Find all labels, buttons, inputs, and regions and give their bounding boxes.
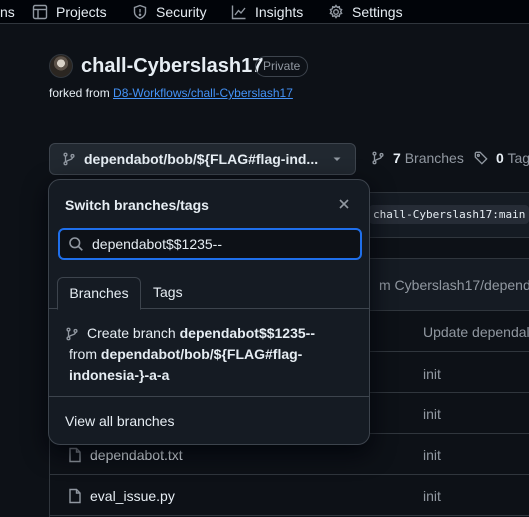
nav-actions-label: ns: [0, 4, 15, 20]
tags-count-link[interactable]: 0 Tag: [474, 150, 529, 166]
tags-count: 0: [496, 150, 504, 166]
gear-icon: [328, 4, 344, 20]
nav-projects-tab[interactable]: Projects: [32, 3, 107, 21]
new-branch-name: dependabot$$1235--: [179, 325, 315, 341]
branch-search-input[interactable]: [92, 236, 342, 252]
commit-message[interactable]: Update dependal: [423, 324, 529, 340]
shield-icon: [132, 4, 148, 20]
branch-select-button[interactable]: dependabot/bob/${FLAG#flag-ind...: [49, 143, 356, 175]
forked-source-link[interactable]: D8-Workflows/chall-Cyberslash17: [113, 86, 293, 100]
nav-insights-tab[interactable]: Insights: [231, 3, 303, 21]
nav-security-tab[interactable]: Security: [132, 3, 207, 21]
tag-icon: [474, 151, 488, 165]
triangle-down-icon: [331, 153, 343, 165]
graph-icon: [231, 4, 247, 20]
branches-count: 7: [393, 150, 401, 166]
branches-label: Branches: [404, 150, 464, 166]
file-name: eval_issue.py: [90, 488, 175, 504]
tags-label: Tag: [507, 150, 529, 166]
owner-avatar[interactable]: [49, 54, 73, 78]
forked-prefix: forked from: [49, 86, 114, 100]
branch-icon: [371, 151, 385, 165]
file-entry[interactable]: eval_issue.py: [68, 488, 175, 504]
create-branch-option[interactable]: Create branch dependabot$$1235-- from de…: [65, 323, 355, 386]
compare-branch-code: chall-Cyberslash17:main: [369, 205, 529, 224]
branch-search-field[interactable]: [58, 228, 362, 260]
repo-title[interactable]: chall-Cyberslash17: [81, 55, 263, 78]
nav-settings-tab[interactable]: Settings: [328, 3, 403, 21]
create-branch-prefix: Create branch: [87, 325, 180, 341]
create-from-prefix: from: [69, 346, 101, 362]
latest-commit-text[interactable]: m Cyberslash17/dependab: [379, 277, 529, 293]
dropdown-divider: [49, 396, 369, 397]
branches-count-link[interactable]: 7 Branches: [371, 150, 464, 166]
close-icon[interactable]: [336, 196, 352, 212]
file-entry[interactable]: dependabot.txt: [68, 447, 183, 463]
nav-insights-label: Insights: [255, 4, 304, 20]
nav-actions-tab[interactable]: ns: [0, 3, 15, 21]
current-branch-label: dependabot/bob/${FLAG#flag-ind...: [84, 151, 319, 167]
commit-message[interactable]: init: [423, 406, 441, 422]
source-branch-name: dependabot/bob/${FLAG#flag-indonesia-}-a…: [69, 346, 303, 383]
visibility-badge: Private: [255, 56, 309, 77]
dropdown-title: Switch branches/tags: [65, 197, 209, 213]
nav-security-label: Security: [156, 4, 207, 20]
commit-message[interactable]: init: [423, 488, 441, 504]
switch-branches-dropdown: Switch branches/tags Branches Tags Creat…: [48, 179, 370, 445]
branch-icon: [62, 152, 76, 166]
table-icon: [32, 4, 48, 20]
file-icon: [68, 447, 82, 463]
tab-tags[interactable]: Tags: [153, 277, 183, 309]
commit-message[interactable]: init: [423, 366, 441, 382]
repo-nav-bar: ns Projects Security Insights Settings: [0, 0, 529, 24]
tab-branches[interactable]: Branches: [57, 277, 141, 310]
nav-settings-label: Settings: [352, 4, 403, 20]
branch-icon: [65, 327, 79, 341]
file-icon: [68, 488, 82, 504]
dropdown-tabs: Branches Tags: [49, 277, 369, 310]
forked-from-line: forked from D8-Workflows/chall-Cyberslas…: [49, 86, 293, 100]
view-all-branches-link[interactable]: View all branches: [65, 413, 174, 429]
search-icon: [68, 236, 84, 252]
nav-projects-label: Projects: [56, 4, 107, 20]
commit-message[interactable]: init: [423, 447, 441, 463]
file-name: dependabot.txt: [90, 447, 183, 463]
